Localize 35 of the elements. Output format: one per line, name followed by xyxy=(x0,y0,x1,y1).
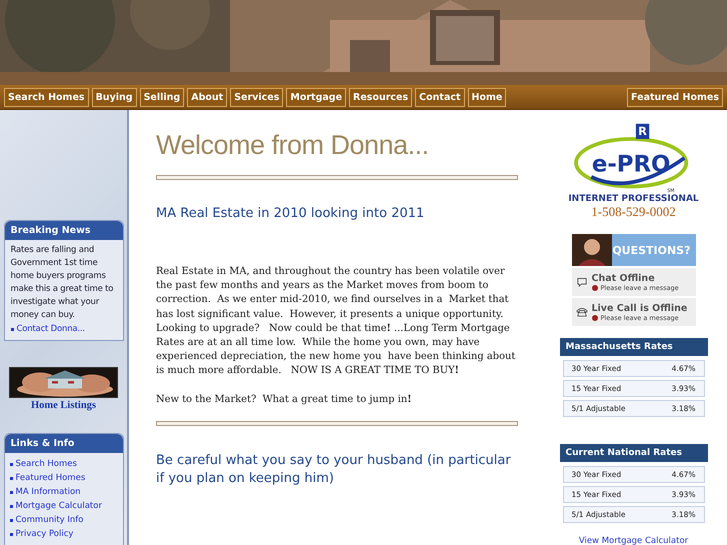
status-title[interactable]: Chat Offline xyxy=(592,272,679,284)
logo-subtitle: INTERNET PROFESSIONAL xyxy=(568,194,699,204)
panel-title: Links & Info xyxy=(4,434,122,453)
panel-title: Breaking News xyxy=(4,221,122,240)
sidebar-link[interactable]: Featured Homes xyxy=(16,471,86,485)
nav-link[interactable]: Mortgage xyxy=(286,88,346,106)
listings-caption[interactable]: Home Listings xyxy=(30,400,96,411)
sidebar-link[interactable]: Search Homes xyxy=(16,457,77,471)
sidebar-link[interactable]: Community Info xyxy=(16,513,84,527)
nav-link[interactable]: Buying xyxy=(92,88,137,106)
article-heading: MA Real Estate in 2010 looking into 2011 xyxy=(156,206,426,221)
sidebar-link[interactable]: MA Information xyxy=(16,485,81,499)
rates-title: Massachusetts Rates xyxy=(560,338,708,356)
nav-link[interactable]: Contact xyxy=(415,88,465,106)
nav-link[interactable]: Home xyxy=(468,88,506,106)
questions-label: QUESTIONS? xyxy=(612,244,690,256)
nav-link[interactable]: Services xyxy=(230,88,284,106)
nav-link[interactable]: Resources xyxy=(349,88,412,106)
contact-link[interactable]: Contact Donna... xyxy=(16,322,85,336)
phone-number: 1-508-529-0002 xyxy=(591,204,676,220)
rates-title: Current National Rates xyxy=(560,444,708,462)
page-title: Welcome from Donna... xyxy=(156,130,430,161)
person-figure xyxy=(572,234,612,266)
paragraph: New to the Market? What a great time to jump in! xyxy=(156,392,413,407)
calculator-link[interactable]: View Mortgage Calculator xyxy=(578,536,688,545)
nav-link[interactable]: Search Homes xyxy=(4,88,89,106)
sidebar-link[interactable]: Privacy Policy xyxy=(16,527,74,541)
nav-link[interactable]: Selling xyxy=(140,88,184,106)
status-title[interactable]: Live Call is Offline xyxy=(592,302,688,314)
nav-link[interactable]: About xyxy=(187,88,228,106)
article-heading: Be careful what you say to your husband (in particular if you plan on keeping him) xyxy=(156,452,512,488)
nav-link[interactable]: Featured Homes xyxy=(627,88,723,106)
paragraph: Real Estate in MA, and throughout the country has been volatile over the past few months and years as the Market moves from boom to correction. As we enter mid-2010, we find ourselves in a Market that has lost significant value. However, it presents a unique opportunity. Looking to upgrade? Now could be that time! ...Long Term Mortgage Rates are at an all time low. While the home you own, may have experienced depreciation, the new home you have been thinking about is much more affordable. NOW IS A GREAT TIME TO BUY! xyxy=(156,265,516,378)
news-text: Rates are falling and Government 1st time home buyers programs make this a great time to investigate what your money can buy. xyxy=(10,245,114,320)
sidebar-link[interactable]: Mortgage Calculator xyxy=(16,499,102,513)
